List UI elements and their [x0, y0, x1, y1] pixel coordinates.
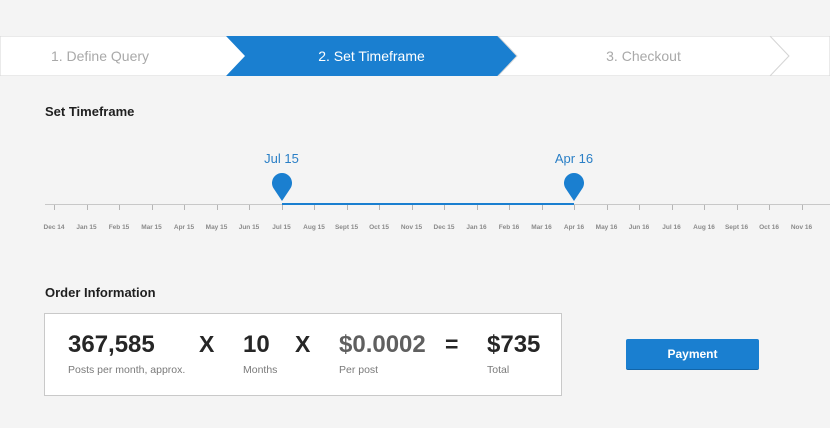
payment-button[interactable]: Payment — [626, 339, 759, 370]
timeline-tick-label: Dec 15 — [433, 224, 455, 231]
timeline-tick-label: Feb 15 — [108, 224, 130, 231]
timeline-tick-label: Oct 16 — [759, 224, 779, 231]
posts-value: 367,585 — [68, 331, 155, 358]
timeline-tick-label: May 15 — [205, 224, 228, 231]
timeline-tick-label: Mar 16 — [531, 224, 552, 231]
multiply-sign-2: X — [295, 331, 311, 357]
step-define-query[interactable]: 1. Define Query — [0, 36, 200, 76]
timeline-tick — [444, 205, 445, 210]
timeline-tick-label: Sept 16 — [724, 224, 749, 231]
timeline-tick-label: Aug 16 — [693, 224, 715, 231]
total-value: $735 — [487, 331, 541, 358]
price-value: $0.0002 — [339, 331, 426, 358]
total-label: Total — [487, 364, 510, 376]
timeline-tick-label: Jan 15 — [76, 224, 97, 231]
progress-stepper: 1. Define Query 2. Set Timeframe 3. Chec… — [0, 36, 830, 76]
timeline-tick — [314, 205, 315, 210]
timeline-tick — [346, 205, 348, 210]
order-title: Order Information — [45, 285, 156, 300]
timeline-tick-label: Apr 15 — [173, 224, 195, 231]
timeline-tick — [54, 205, 55, 210]
timeline-tick-label: Jun 16 — [628, 224, 650, 231]
timeline-tick-label: Oct 15 — [369, 224, 389, 231]
order-summary: 367,585 Posts per month, approx. X 10 Mo… — [44, 313, 562, 396]
timeline-tick-label: Jul 15 — [272, 224, 291, 231]
timeline-tick — [541, 205, 543, 210]
timeline-tick — [184, 205, 185, 210]
timeline-tick — [509, 205, 510, 210]
timeline-tick — [379, 205, 380, 210]
timeline-tick — [281, 205, 283, 210]
timeline-tick — [704, 205, 705, 210]
timeframe-title: Set Timeframe — [45, 104, 135, 119]
timeline-tick — [671, 205, 673, 210]
timeline-tick-label: Sept 15 — [334, 224, 359, 231]
end-handle-map-pin-icon[interactable] — [563, 173, 585, 201]
timeline-tick — [574, 205, 575, 210]
timeline-tick-label: Dec 14 — [43, 224, 65, 231]
timeline-tick-label: Feb 16 — [498, 224, 520, 231]
timeline-tick — [216, 205, 218, 210]
timeline-tick — [411, 205, 413, 210]
timeline-tick-label: Jan 16 — [466, 224, 487, 231]
price-label: Per post — [339, 364, 379, 376]
step-set-timeframe[interactable]: 2. Set Timeframe — [245, 36, 498, 76]
timeline-tick-label: Nov 16 — [790, 224, 813, 231]
timeline-tick-label: Jul 16 — [662, 224, 681, 231]
timeline-tick-label: Nov 15 — [400, 224, 423, 231]
months-value: 10 — [243, 331, 270, 358]
timeline-tick — [639, 205, 640, 210]
end-date-label: Apr 16 — [554, 151, 594, 166]
timeline-tick — [249, 205, 250, 210]
timeline-tick — [736, 205, 738, 210]
timeline-tick — [801, 205, 803, 210]
timeline-tick-label: Aug 15 — [303, 224, 325, 231]
timeline-slider[interactable]: Dec 14 Jan 15 Feb 15 Mar 15 Apr 15 May 15 Jun … — [0, 140, 830, 250]
selected-range — [281, 203, 574, 205]
months-label: Months — [243, 364, 278, 376]
multiply-sign-1: X — [199, 331, 215, 357]
start-date-label: Jul 15 — [264, 151, 299, 166]
start-handle-map-pin-icon[interactable] — [271, 173, 293, 201]
timeline-tick — [769, 205, 770, 210]
timeline-tick — [86, 205, 88, 210]
step-checkout[interactable]: 3. Checkout — [517, 36, 770, 76]
timeline-tick-label: Mar 15 — [141, 224, 162, 231]
timeline-tick — [119, 205, 120, 210]
posts-label: Posts per month, approx. — [68, 364, 186, 376]
timeline-tick — [606, 205, 608, 210]
timeline-tick — [151, 205, 153, 210]
timeline-tick — [476, 205, 478, 210]
timeline-tick-label: Apr 16 — [563, 224, 585, 231]
timeline-tick-label: May 16 — [595, 224, 618, 231]
equals-sign: = — [445, 331, 459, 357]
timeline-tick-label: Jun 15 — [238, 224, 260, 231]
